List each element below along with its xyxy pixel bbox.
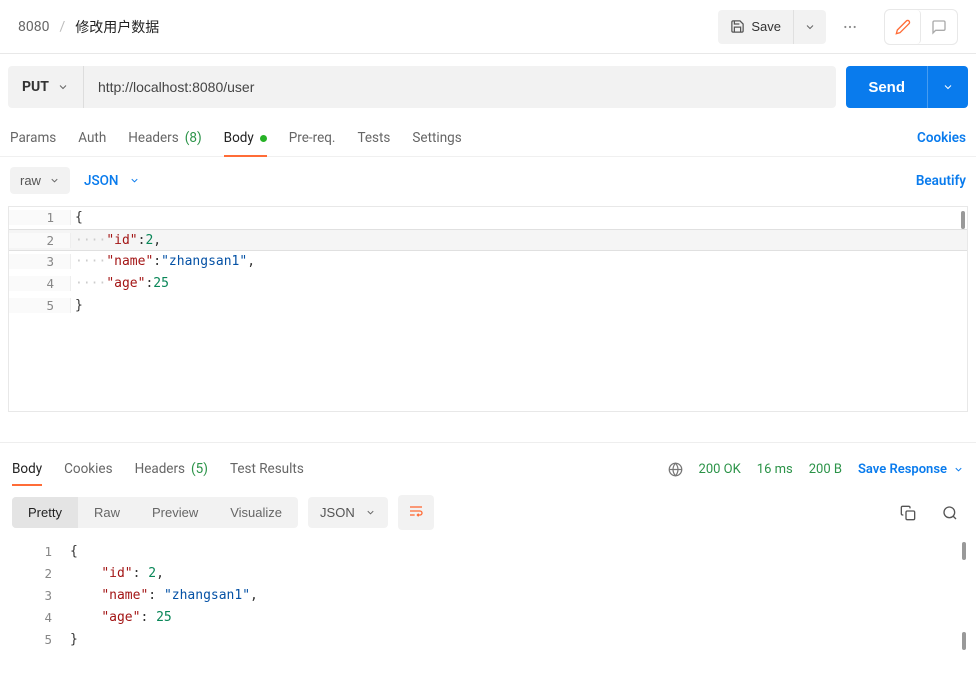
wrap-icon [408, 503, 424, 519]
pencil-icon [895, 19, 911, 35]
breadcrumb-root[interactable]: 8080 [18, 19, 49, 35]
body-changed-dot [260, 135, 267, 142]
chevron-down-icon [953, 464, 964, 475]
request-row: PUT Send [0, 54, 976, 120]
beautify-link[interactable]: Beautify [916, 173, 966, 189]
save-group: Save [718, 10, 826, 44]
more-button[interactable] [836, 13, 864, 41]
response-body-editor[interactable]: 1{ 2 "id": 2, 3 "name": "zhangsan1", 4 "… [8, 540, 968, 650]
tab-headers[interactable]: Headers (8) [128, 120, 201, 156]
response-view-group: Pretty Raw Preview Visualize [12, 497, 298, 528]
response-view-row: Pretty Raw Preview Visualize JSON [0, 485, 976, 540]
topbar: 8080 / 修改用户数据 Save [0, 0, 976, 54]
response-view-right [894, 499, 964, 527]
send-group: Send [846, 66, 968, 108]
response-tabs-row: Body Cookies Headers (5) Test Results 20… [0, 442, 976, 485]
more-icon [842, 19, 858, 35]
search-icon [942, 505, 958, 521]
search-button[interactable] [936, 499, 964, 527]
chevron-down-icon [942, 81, 954, 93]
response-tabs: Body Cookies Headers (5) Test Results [12, 453, 304, 485]
globe-icon[interactable] [668, 462, 683, 477]
body-format-select[interactable]: JSON [84, 173, 140, 189]
status-time: 16 ms [757, 462, 793, 477]
resp-tab-cookies[interactable]: Cookies [64, 453, 112, 485]
chevron-down-icon [129, 175, 140, 186]
save-button[interactable]: Save [718, 10, 793, 44]
method-select[interactable]: PUT [8, 66, 84, 108]
resp-tab-headers[interactable]: Headers (5) [135, 453, 208, 485]
status-size: 200 B [809, 462, 842, 477]
resp-tab-test-results[interactable]: Test Results [230, 453, 304, 485]
tab-body[interactable]: Body [224, 120, 267, 156]
view-visualize[interactable]: Visualize [214, 497, 298, 528]
request-tabs: Params Auth Headers (8) Body Pre-req. Te… [10, 120, 462, 156]
view-preview[interactable]: Preview [136, 497, 214, 528]
view-pretty[interactable]: Pretty [12, 497, 78, 528]
response-format-select[interactable]: JSON [308, 497, 388, 528]
method-label: PUT [22, 79, 49, 95]
wrap-lines-button[interactable] [398, 495, 434, 530]
body-subrow: raw JSON Beautify [0, 157, 976, 200]
tab-tests[interactable]: Tests [357, 120, 390, 156]
copy-button[interactable] [894, 499, 922, 527]
request-body-editor[interactable]: 1{ 2····"id":2, 3····"name":"zhangsan1",… [8, 206, 968, 412]
save-response-button[interactable]: Save Response [858, 462, 964, 477]
chevron-down-icon [49, 175, 60, 186]
comment-icon [931, 19, 947, 35]
save-icon [730, 19, 745, 34]
view-toggle-group [884, 9, 958, 45]
topbar-right: Save [718, 9, 958, 45]
send-caret-button[interactable] [927, 66, 968, 108]
gutter: 1 [9, 210, 71, 225]
response-view-left: Pretty Raw Preview Visualize JSON [12, 495, 434, 530]
status-code: 200 OK [699, 462, 741, 477]
chevron-down-icon [57, 81, 69, 93]
send-button[interactable]: Send [846, 66, 927, 108]
breadcrumb: 8080 / 修改用户数据 [18, 17, 159, 37]
save-caret-button[interactable] [793, 10, 826, 44]
scrollbar-stub[interactable] [962, 542, 966, 560]
copy-icon [900, 505, 916, 521]
save-label: Save [751, 19, 781, 34]
edit-mode-button[interactable] [885, 10, 921, 44]
body-type-select[interactable]: raw [10, 167, 70, 194]
tab-prereq[interactable]: Pre-req. [289, 120, 336, 156]
cookies-link[interactable]: Cookies [917, 130, 966, 146]
url-input[interactable] [84, 79, 836, 95]
scrollbar-stub[interactable] [961, 211, 965, 229]
resp-tab-body[interactable]: Body [12, 453, 42, 485]
tab-auth[interactable]: Auth [78, 120, 106, 156]
chevron-down-icon [365, 507, 376, 518]
view-raw[interactable]: Raw [78, 497, 136, 528]
tab-settings[interactable]: Settings [412, 120, 461, 156]
response-status: 200 OK 16 ms 200 B Save Response [668, 462, 964, 477]
body-subrow-left: raw JSON [10, 167, 140, 194]
tab-params[interactable]: Params [10, 120, 56, 156]
breadcrumb-title: 修改用户数据 [75, 17, 159, 37]
chevron-down-icon [804, 21, 816, 33]
breadcrumb-sep: / [59, 19, 65, 35]
comment-mode-button[interactable] [921, 10, 957, 44]
request-tabs-row: Params Auth Headers (8) Body Pre-req. Te… [0, 120, 976, 157]
scrollbar-stub[interactable] [962, 632, 966, 650]
method-url-bar: PUT [8, 66, 836, 108]
